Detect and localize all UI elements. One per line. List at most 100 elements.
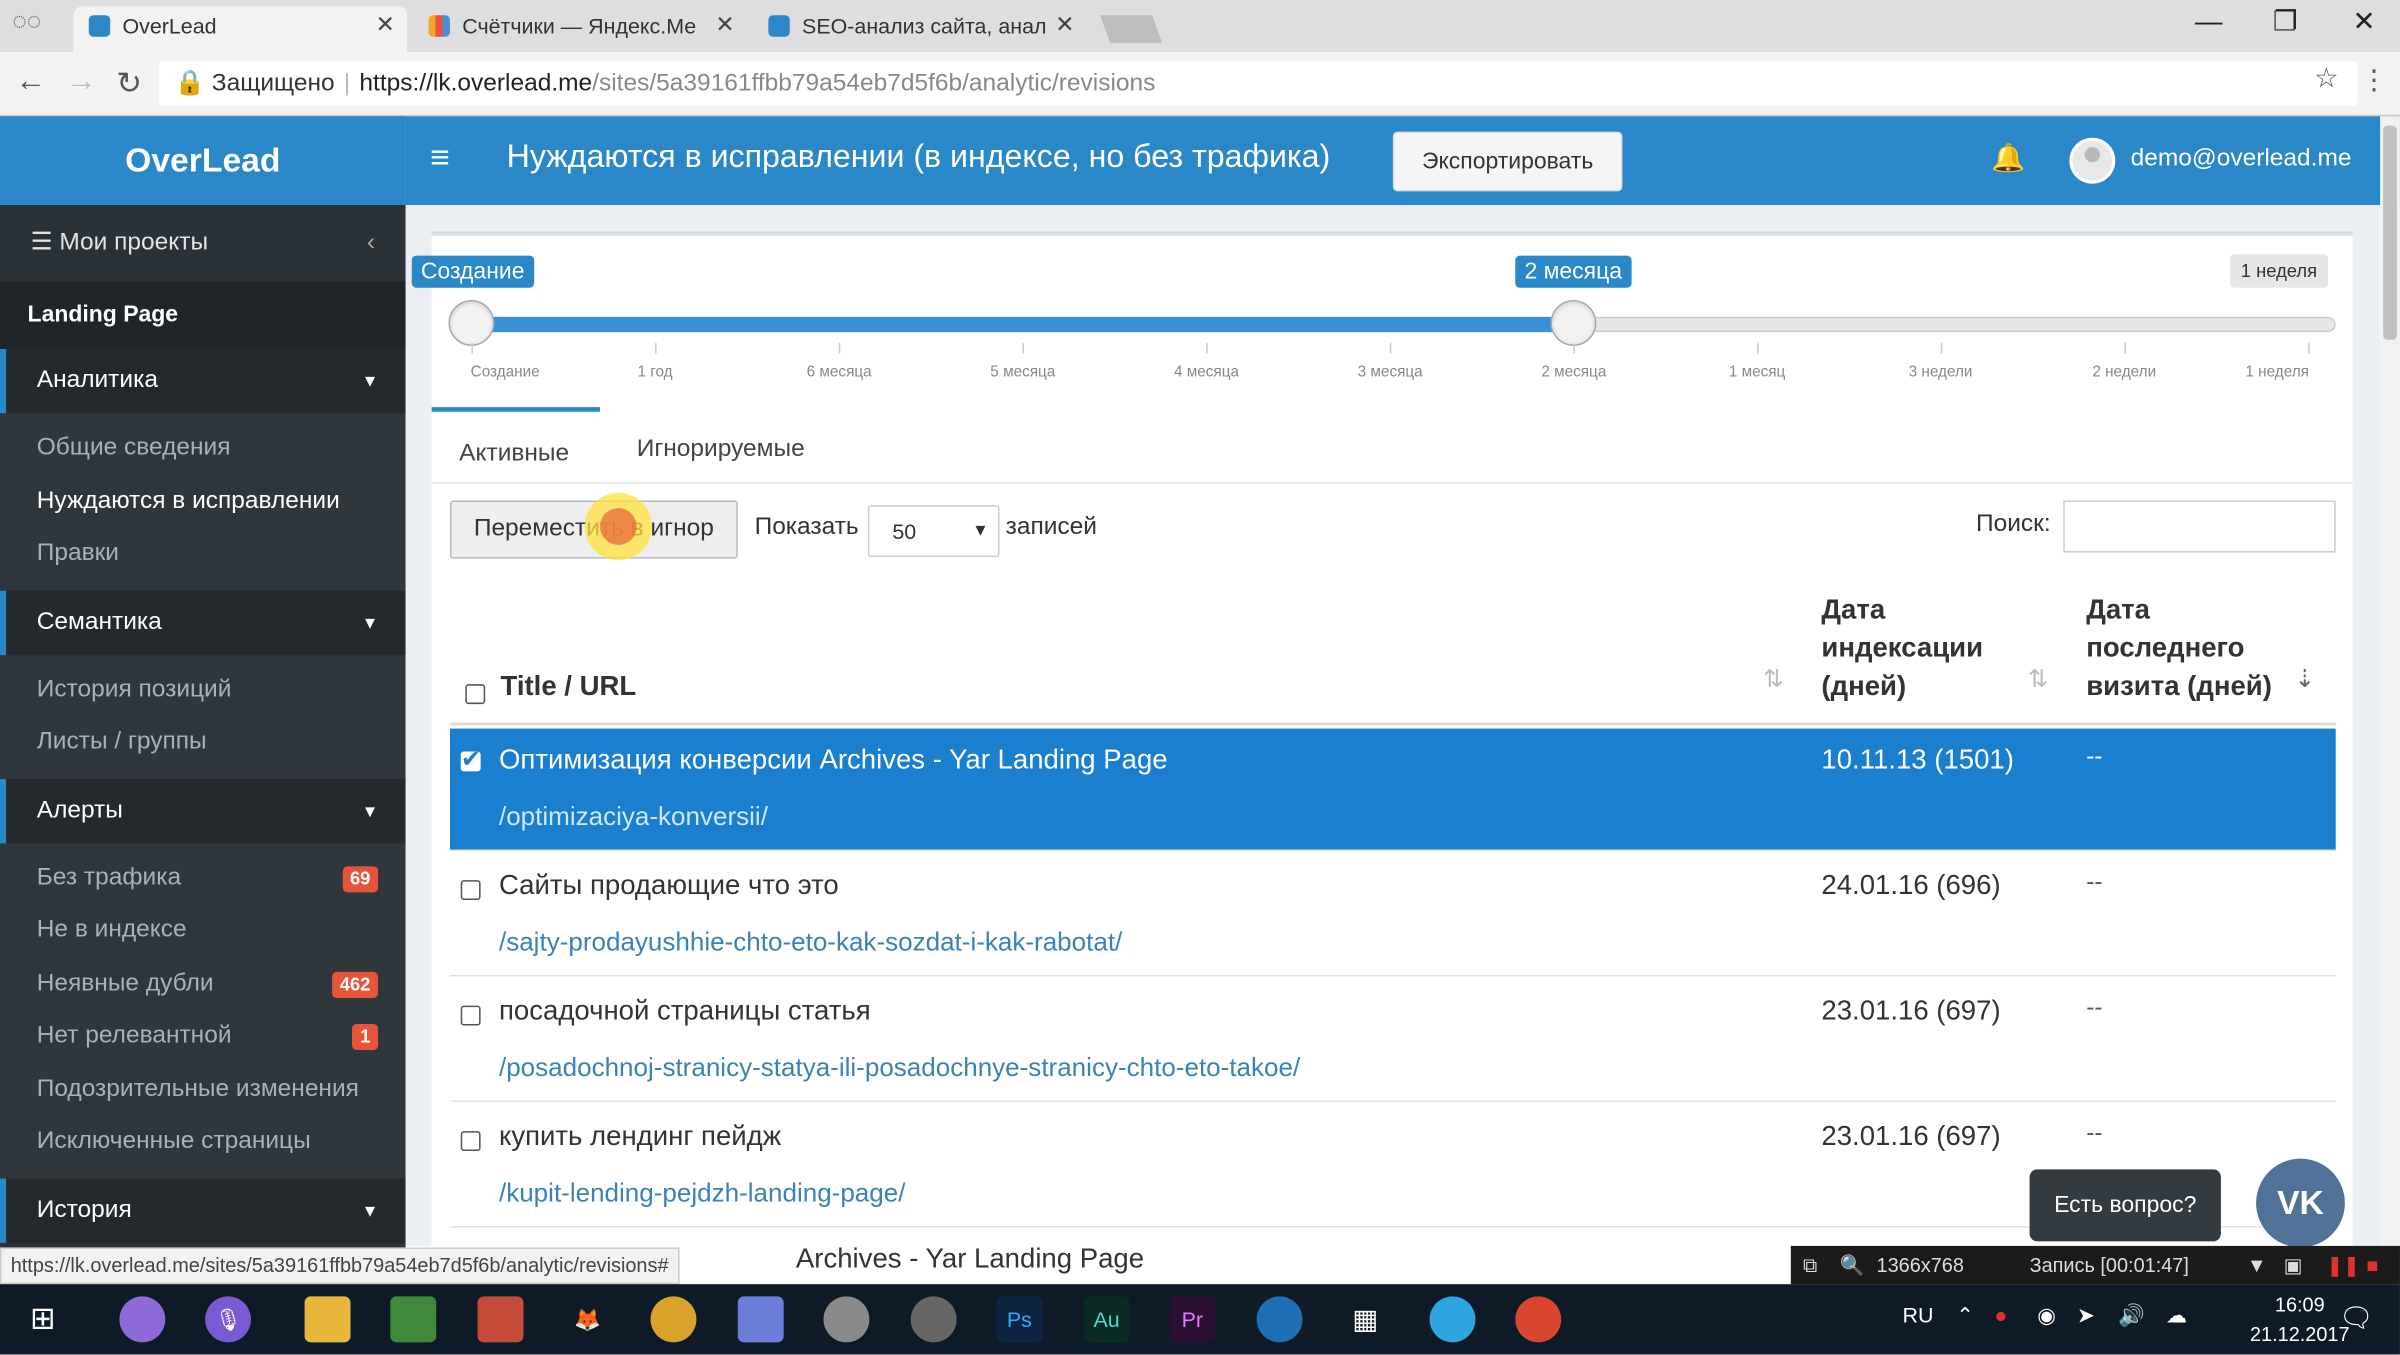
recorder-window-icon[interactable]: ⧉	[1803, 1246, 1817, 1284]
volume-icon[interactable]: 🔊	[2118, 1303, 2145, 1329]
sidebar-item-implicit-duplicates[interactable]: Неявные дубли 462	[0, 957, 406, 1010]
sidebar-item-not-indexed[interactable]: Не в индексе	[0, 905, 406, 958]
my-projects-link[interactable]: ☰ Мои проекты ‹	[0, 205, 406, 282]
tab-ignored[interactable]: Игнорируемые	[609, 407, 832, 484]
app-circle-icon[interactable]	[119, 1296, 166, 1343]
notifications-icon[interactable]: 🗨	[2339, 1303, 2374, 1335]
export-button[interactable]: Экспортировать	[1392, 131, 1623, 192]
browser-menu-icon[interactable]: ⋮	[2360, 64, 2388, 96]
vk-chat-button[interactable]: VK	[2256, 1158, 2345, 1248]
logo[interactable]: OverLead	[0, 116, 406, 206]
sort-icon[interactable]: ⇅	[1763, 664, 1784, 695]
row-checkbox[interactable]	[460, 880, 481, 900]
hamburger-menu-icon[interactable]: ≡	[430, 138, 450, 178]
close-tab-icon[interactable]: ✕	[1055, 6, 1074, 46]
discord-icon[interactable]	[737, 1296, 784, 1343]
chrome-tray-icon[interactable]: ◉	[2037, 1303, 2056, 1329]
column-index-date[interactable]: Дата индексации (дней)	[1821, 591, 1983, 706]
sidebar-item-lists-groups[interactable]: Листы / группы	[0, 716, 406, 769]
store-icon[interactable]	[477, 1296, 524, 1343]
pause-icon[interactable]: ❚❚	[2327, 1246, 2360, 1284]
magnifier-icon[interactable]: 🔍	[1840, 1246, 1865, 1284]
notes-app-icon[interactable]	[390, 1296, 437, 1343]
window-close-icon[interactable]: ✕	[2353, 6, 2376, 38]
table-row[interactable]: Оптимизация конверсии Archives - Yar Lan…	[449, 728, 2336, 852]
row-url-link[interactable]: /posadochnoj-stranicy-statya-ili-posadoc…	[499, 1053, 1300, 1084]
sidebar-item-edits[interactable]: Правки	[0, 528, 406, 581]
select-all-checkbox[interactable]	[465, 684, 486, 705]
file-explorer-icon[interactable]	[304, 1296, 351, 1343]
back-icon[interactable]: ←	[15, 64, 46, 99]
new-tab-button[interactable]	[1100, 15, 1163, 43]
sidebar-item-no-traffic[interactable]: Без трафика 69	[0, 852, 406, 905]
tray-up-icon[interactable]: ⌃	[1956, 1303, 1974, 1329]
table-row[interactable]: Сайты продающие что это /sajty-prodayush…	[449, 854, 2336, 977]
record-tray-icon[interactable]: ●	[1994, 1303, 2007, 1327]
bookmark-star-icon[interactable]: ☆	[2314, 63, 2339, 95]
row-checkbox[interactable]	[460, 1005, 481, 1026]
minimize-icon[interactable]: —	[2195, 6, 2223, 38]
restore-icon[interactable]: ❐	[2273, 6, 2298, 38]
premiere-icon[interactable]: Pr	[1169, 1296, 1216, 1343]
chat-question-bubble[interactable]: Есть вопрос?	[2029, 1169, 2221, 1242]
clock[interactable]: 16:09 21.12.2017	[2250, 1290, 2350, 1348]
close-tab-icon[interactable]: ✕	[715, 6, 734, 46]
user-email[interactable]: demo@overlead.me	[2131, 145, 2352, 173]
sidebar-item-needs-fix[interactable]: Нуждаются в исправлении	[0, 475, 406, 528]
avatar[interactable]	[2069, 137, 2116, 184]
sidebar-section-analytics[interactable]: Аналитика ▾	[0, 348, 406, 414]
audition-icon[interactable]: Au	[1083, 1296, 1130, 1343]
page-size-select[interactable]: 50 ▼	[867, 505, 1000, 558]
close-tab-icon[interactable]: ✕	[376, 6, 395, 46]
tab-active[interactable]: Активные	[431, 407, 600, 484]
stop-icon[interactable]: ■	[2366, 1246, 2378, 1284]
sidebar-item-no-relevant[interactable]: Нет релевантной 1	[0, 1010, 406, 1063]
browser-tab-seo[interactable]: SEO-анализ сайта, анал ✕	[753, 6, 1087, 52]
column-last-visit[interactable]: Дата последнего визита (дней)	[2086, 591, 2272, 706]
period-slider-track[interactable]	[471, 316, 2336, 333]
photoshop-icon[interactable]: Ps	[996, 1296, 1043, 1343]
sidebar-item-excluded-pages[interactable]: Исключенные страницы	[0, 1116, 406, 1169]
ccleaner-icon[interactable]	[823, 1296, 870, 1343]
slider-handle-to[interactable]	[1550, 299, 1597, 346]
forward-icon[interactable]: →	[66, 64, 97, 99]
sidebar-section-semantics[interactable]: Семантика ▾	[0, 590, 406, 655]
sidebar-item-suspicious-changes[interactable]: Подозрительные изменения	[0, 1063, 406, 1116]
network-icon[interactable]: ☁	[2166, 1303, 2187, 1329]
search-input[interactable]	[2063, 500, 2336, 553]
sort-desc-icon[interactable]: ⇣	[2294, 664, 2315, 695]
language-indicator[interactable]: RU	[1903, 1303, 1934, 1327]
microphone-icon[interactable]: 🎙	[205, 1296, 252, 1343]
sidebar-item-positions-history[interactable]: История позиций	[0, 664, 406, 717]
recorder-dropdown-icon[interactable]: ▼	[2247, 1246, 2267, 1284]
sidebar-section-alerts[interactable]: Алерты ▾	[0, 778, 406, 843]
row-checkbox[interactable]	[460, 744, 481, 774]
bell-icon[interactable]: 🔔	[1991, 142, 2025, 174]
fox-app-icon[interactable]: 🦊	[565, 1296, 611, 1342]
page-scrollbar[interactable]	[2380, 116, 2400, 1249]
sidebar-item-overview[interactable]: Общие сведения	[0, 422, 406, 475]
url-input[interactable]: 🔒 Защищено | https://lk.overlead.me/sites/…	[159, 61, 2358, 106]
app-blue-icon[interactable]	[1256, 1296, 1303, 1343]
sidebar-section-history[interactable]: История ▾	[0, 1177, 406, 1243]
row-url-link[interactable]: /sajty-prodayushhie-chto-eto-kak-sozdat-…	[499, 928, 1122, 959]
browser-tab-yandex[interactable]: Счётчики — Яндекс.Ме ✕	[413, 6, 747, 52]
calculator-icon[interactable]: ▦	[1342, 1296, 1388, 1342]
column-title-url[interactable]: Title / URL	[501, 667, 637, 705]
slider-handle-from[interactable]	[448, 299, 495, 346]
table-row[interactable]: посадочной страницы статья /posadochnoj-…	[449, 980, 2336, 1103]
obs-icon[interactable]	[910, 1296, 957, 1343]
telegram-icon[interactable]	[1429, 1296, 1476, 1343]
scrollbar-thumb[interactable]	[2383, 125, 2397, 340]
row-checkbox[interactable]	[460, 1131, 481, 1152]
row-url-link[interactable]: /optimizaciya-konversii/	[499, 802, 768, 833]
chrome-active-icon[interactable]	[1515, 1296, 1562, 1343]
browser-tab-overlead[interactable]: OverLead ✕	[73, 6, 408, 53]
chrome-icon[interactable]	[650, 1296, 697, 1343]
sort-icon[interactable]: ⇅	[2028, 664, 2049, 695]
camera-icon[interactable]: ▣	[2284, 1246, 2303, 1284]
telegram-tray-icon[interactable]: ➤	[2077, 1303, 2095, 1329]
row-url-link[interactable]: /kupit-lending-pejdzh-landing-page/	[499, 1179, 905, 1210]
windows-start-icon[interactable]: ⊞	[20, 1296, 66, 1342]
reload-icon[interactable]: ↻	[116, 64, 142, 102]
